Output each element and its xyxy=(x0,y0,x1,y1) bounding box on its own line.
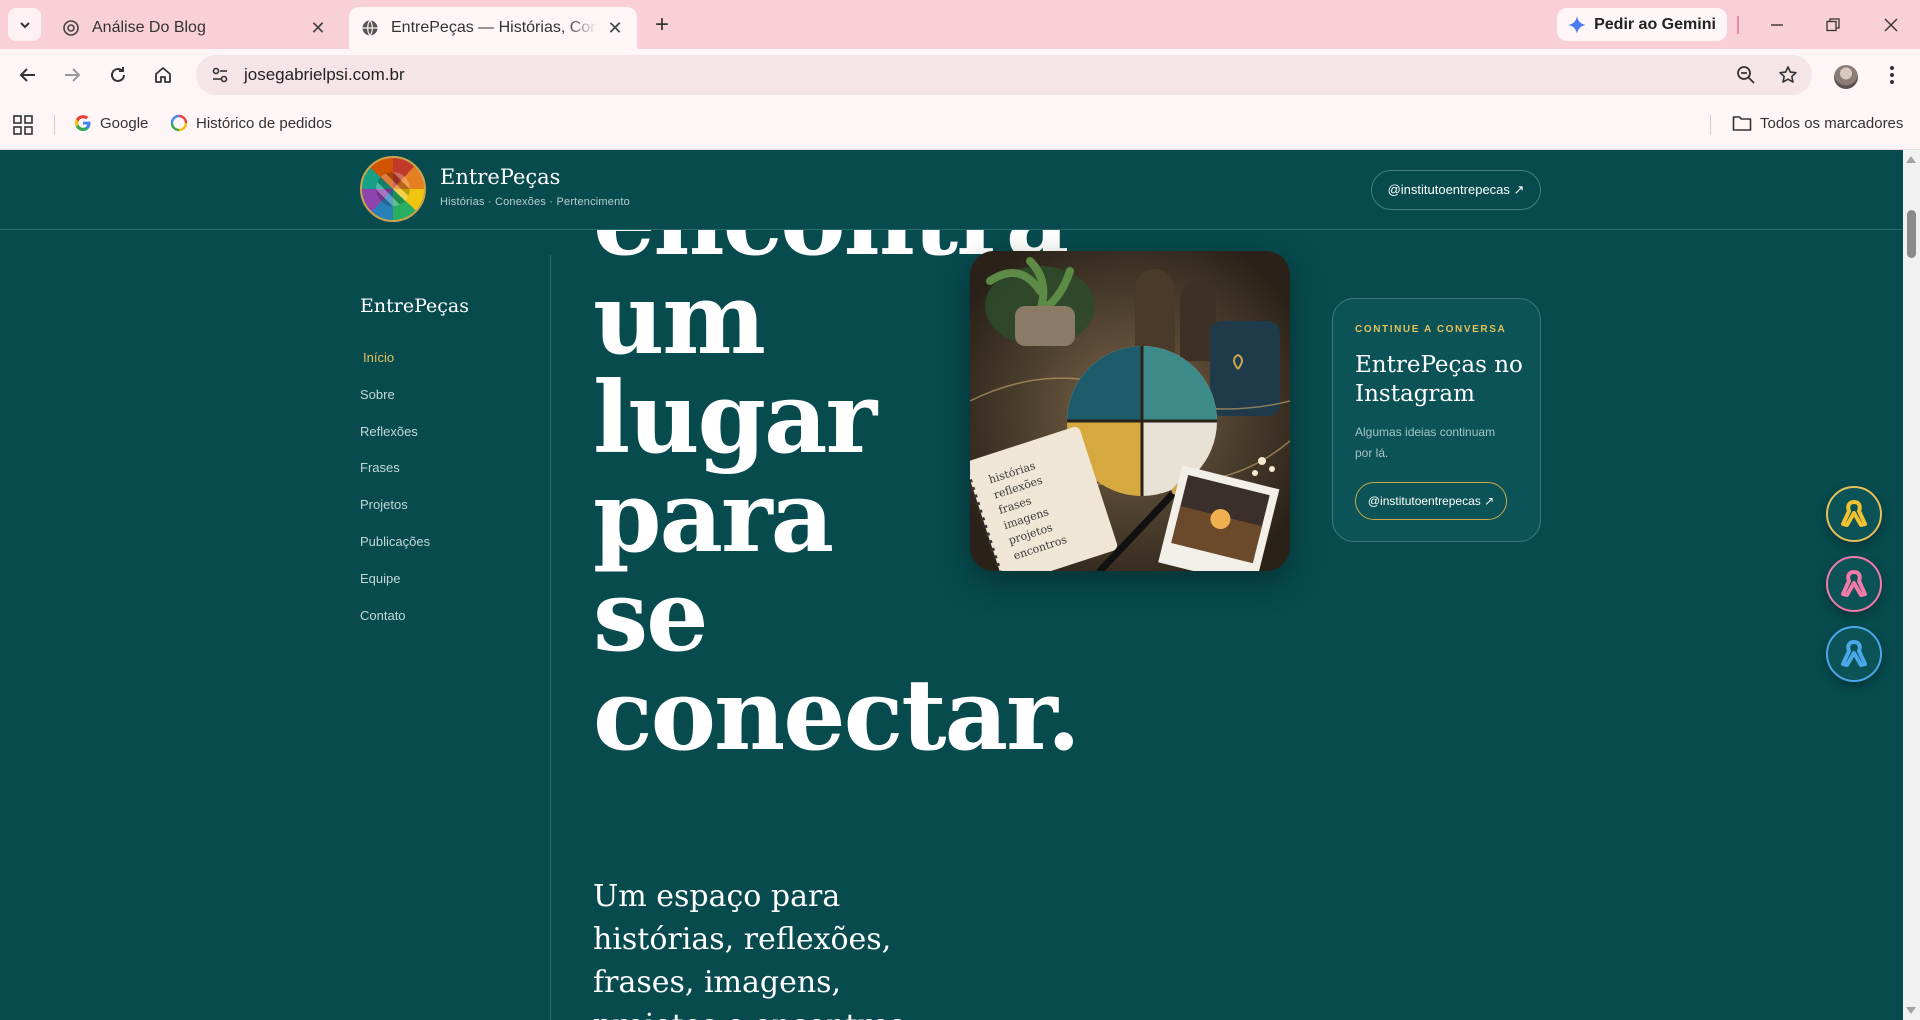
openai-icon xyxy=(63,20,79,36)
separator xyxy=(1737,16,1739,34)
tab-search-button[interactable] xyxy=(8,8,41,41)
hero-photo: histórias reflexões frases imagens proje… xyxy=(970,251,1290,571)
tab-strip: Análise Do Blog ✕ EntrePeças — Histórias… xyxy=(0,0,1920,49)
scroll-down-arrow[interactable] xyxy=(1906,1007,1916,1014)
sidebar-item-frases[interactable]: Frases xyxy=(360,460,400,475)
site-logo[interactable] xyxy=(360,156,426,222)
close-window-button[interactable] xyxy=(1876,10,1906,40)
sidebar-item-contato[interactable]: Contato xyxy=(360,608,406,623)
more-vertical-icon xyxy=(1890,66,1894,84)
restore-icon xyxy=(1826,18,1840,32)
history-colorful-icon xyxy=(170,114,188,132)
home-button[interactable] xyxy=(147,59,179,91)
bookmark-star-button[interactable] xyxy=(1770,57,1806,93)
yellow-ribbon-button[interactable] xyxy=(1826,486,1882,542)
star-icon xyxy=(1779,66,1797,83)
scroll-up-arrow[interactable] xyxy=(1906,156,1916,163)
blue-ribbon-icon xyxy=(1841,640,1867,667)
browser-toolbar: josegabrielpsi.com.br xyxy=(0,49,1920,101)
chevron-down-icon xyxy=(19,21,30,28)
pink-ribbon-button[interactable] xyxy=(1826,556,1882,612)
header-instagram-button[interactable]: @institutoentrepecas ↗ xyxy=(1371,170,1541,210)
all-bookmarks-button[interactable]: Todos os marcadores xyxy=(1732,114,1903,132)
hero-line: conectar. xyxy=(593,658,1081,773)
sidebar-item-projetos[interactable]: Projetos xyxy=(360,497,408,512)
hero-line: se xyxy=(593,559,709,674)
bookmarks-bar: Google Histórico de pedidos Todos os mar… xyxy=(0,101,1920,150)
hero-subtitle: Um espaço para histórias, reflexões, fra… xyxy=(593,879,915,1020)
bookmark-google[interactable]: Google xyxy=(74,114,148,132)
minimize-button[interactable] xyxy=(1762,10,1792,40)
close-icon[interactable]: ✕ xyxy=(308,18,328,38)
page-scrollbar[interactable] xyxy=(1903,150,1920,1020)
sidebar-item-reflexoes[interactable]: Reflexões xyxy=(360,424,418,439)
zoom-button[interactable] xyxy=(1728,57,1764,93)
pink-ribbon-icon xyxy=(1841,570,1867,597)
folder-icon xyxy=(1732,116,1752,131)
blue-ribbon-button[interactable] xyxy=(1826,626,1882,682)
gemini-label: Pedir ao Gemini xyxy=(1594,15,1716,33)
instagram-card-kicker: CONTINUE A CONVERSA xyxy=(1355,324,1507,335)
brand-tagline: Histórias · Conexões · Pertencimento xyxy=(440,196,630,208)
new-tab-button[interactable]: + xyxy=(648,11,676,39)
google-icon xyxy=(75,115,91,131)
gemini-sparkle-icon xyxy=(1568,15,1587,34)
site-header: EntrePeças Histórias · Conexões · Perten… xyxy=(0,150,1903,230)
tab-entrepecas[interactable]: EntrePeças — Histórias, Conexões e Perte… xyxy=(349,7,637,49)
sidebar-item-inicio[interactable]: Início xyxy=(363,350,394,365)
tab-title: EntrePeças — Histórias, Conexões e Perte… xyxy=(391,19,597,36)
bookmark-label: Histórico de pedidos xyxy=(196,114,332,132)
close-icon xyxy=(1884,18,1898,32)
scroll-thumb[interactable] xyxy=(1907,210,1916,258)
instagram-card-text: Algumas ideias continuam por lá. xyxy=(1355,425,1496,460)
zoom-out-icon xyxy=(1737,66,1755,84)
sidebar-item-equipe[interactable]: Equipe xyxy=(360,571,400,586)
reload-icon xyxy=(111,67,125,82)
globe-icon xyxy=(362,20,378,36)
instagram-card: CONTINUE A CONVERSA EntrePeças no Instag… xyxy=(1332,298,1541,542)
minimize-icon xyxy=(1771,24,1783,26)
back-button[interactable] xyxy=(12,59,44,91)
arrow-right-icon xyxy=(65,68,81,82)
restore-button[interactable] xyxy=(1818,10,1848,40)
arrow-left-icon xyxy=(19,68,35,82)
instagram-card-title: EntrePeças no Instagram xyxy=(1355,352,1523,407)
forward-button[interactable] xyxy=(56,59,88,91)
separator xyxy=(54,115,55,135)
apps-grid-icon[interactable] xyxy=(13,115,33,135)
address-bar[interactable]: josegabrielpsi.com.br xyxy=(196,55,1812,95)
instagram-card-button[interactable]: @institutoentrepecas ↗ xyxy=(1355,482,1507,520)
yellow-ribbon-icon xyxy=(1841,500,1867,527)
sidebar-divider xyxy=(550,255,551,1020)
site-info-button[interactable] xyxy=(200,55,240,95)
separator xyxy=(1710,115,1711,135)
tab-analise-do-blog[interactable]: Análise Do Blog ✕ xyxy=(50,7,340,49)
bookmark-historico[interactable]: Histórico de pedidos xyxy=(170,114,332,132)
all-bookmarks-label: Todos os marcadores xyxy=(1760,114,1904,132)
reload-button[interactable] xyxy=(102,59,134,91)
page-viewport: EntrePeças Histórias · Conexões · Perten… xyxy=(0,150,1903,1020)
home-icon xyxy=(155,67,171,83)
puzzle-still-life-image: histórias reflexões frases imagens proje… xyxy=(970,251,1290,571)
gemini-button[interactable]: Pedir ao Gemini xyxy=(1557,8,1727,41)
sidebar-item-publicacoes[interactable]: Publicações xyxy=(360,534,430,549)
close-icon[interactable]: ✕ xyxy=(605,18,625,38)
tab-title: Análise Do Blog xyxy=(92,19,206,36)
bookmark-label: Google xyxy=(100,114,149,132)
sidebar-title: EntrePeças xyxy=(360,295,469,317)
tune-icon xyxy=(212,67,228,83)
menu-button[interactable] xyxy=(1878,61,1906,89)
sidebar-item-sobre[interactable]: Sobre xyxy=(360,387,395,402)
brand-name[interactable]: EntrePeças xyxy=(440,165,560,189)
profile-avatar[interactable] xyxy=(1834,65,1858,89)
url-text[interactable]: josegabrielpsi.com.br xyxy=(244,65,1728,85)
